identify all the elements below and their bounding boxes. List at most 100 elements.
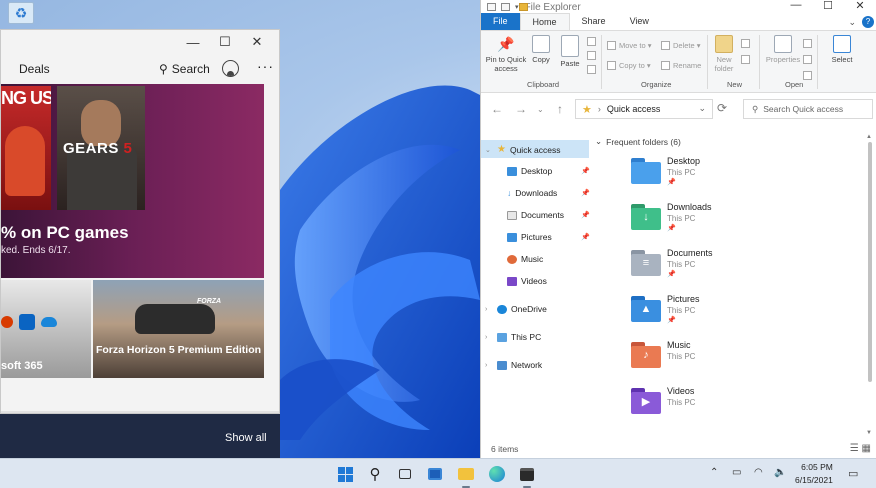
show-all-link[interactable]: Show all bbox=[225, 432, 267, 444]
widgets-icon[interactable] bbox=[425, 464, 445, 484]
paste-shortcut-button[interactable] bbox=[587, 65, 596, 74]
new-folder-icon[interactable] bbox=[501, 3, 510, 11]
cut-button[interactable] bbox=[587, 37, 596, 46]
hero-title: % on PC games bbox=[1, 223, 129, 242]
wifi-icon[interactable]: ◠ bbox=[754, 467, 763, 478]
history-button[interactable] bbox=[803, 71, 812, 80]
task-view-icon[interactable] bbox=[395, 464, 415, 484]
address-field[interactable]: ★ › Quick access ⌄ bbox=[575, 99, 713, 119]
folder-item-music[interactable]: ♪ Music This PC bbox=[631, 340, 811, 384]
chevron-down-icon[interactable]: ⌄ bbox=[848, 17, 856, 28]
frequent-folders-header[interactable]: ⌄ Frequent folders (6) bbox=[595, 136, 681, 147]
pictures-icon bbox=[507, 232, 517, 242]
file-explorer-icon[interactable] bbox=[456, 464, 476, 488]
recent-locations-icon[interactable]: ⌄ bbox=[537, 105, 544, 114]
easy-access-button[interactable] bbox=[741, 55, 750, 64]
paste-button[interactable]: Paste bbox=[559, 35, 581, 68]
search-icon[interactable]: ⚲ bbox=[365, 464, 385, 484]
card-microsoft-365[interactable]: soft 365 bbox=[1, 280, 91, 378]
edge-icon[interactable] bbox=[487, 464, 507, 484]
nav-this-pc[interactable]: › This PC bbox=[485, 332, 541, 342]
chevron-down-icon[interactable]: ⌄ bbox=[485, 146, 493, 154]
paste-shortcut-icon bbox=[587, 65, 596, 74]
store-hero-banner[interactable]: NG US GEARS 5 % on PC games ked. Ends 6/… bbox=[1, 84, 264, 278]
search-input[interactable]: ⚲ Search Quick access bbox=[743, 99, 873, 119]
search-icon: ⚲ bbox=[752, 103, 759, 114]
chevron-up-icon[interactable]: ⌃ bbox=[710, 467, 718, 478]
start-button[interactable] bbox=[335, 464, 355, 484]
nav-network[interactable]: › Network bbox=[485, 360, 542, 370]
edit-button[interactable] bbox=[803, 55, 812, 64]
notifications-icon[interactable]: ▭ bbox=[848, 467, 858, 480]
nav-pictures[interactable]: Pictures 📌 bbox=[507, 232, 590, 242]
nav-music[interactable]: Music bbox=[507, 254, 543, 264]
new-item-button[interactable] bbox=[741, 39, 750, 48]
tab-home[interactable]: Home bbox=[519, 13, 570, 30]
delete-button[interactable]: Delete ▾ bbox=[661, 41, 701, 50]
recycle-bin-icon[interactable]: ♻ bbox=[8, 2, 34, 24]
chevron-right-icon[interactable]: › bbox=[485, 306, 493, 313]
view-toggle-icons[interactable]: ☰ ▦ bbox=[850, 440, 871, 458]
volume-icon[interactable]: 🔈 bbox=[774, 467, 786, 478]
help-icon[interactable]: ? bbox=[862, 16, 874, 28]
folder-item-pictures[interactable]: ▲ Pictures This PC 📌 bbox=[631, 294, 811, 338]
pin-to-quick-access-button[interactable]: 📌 Pin to Quick access bbox=[485, 35, 527, 73]
card-forza-horizon-5[interactable]: FORZA Forza Horizon 5 Premium Edition bbox=[93, 280, 264, 378]
pin-icon: 📌 bbox=[667, 317, 676, 324]
folder-item-downloads[interactable]: ↓ Downloads This PC 📌 bbox=[631, 202, 811, 246]
scrollbar-thumb[interactable] bbox=[868, 142, 872, 382]
chevron-right-icon: › bbox=[597, 104, 601, 114]
tab-file[interactable]: File bbox=[481, 13, 520, 30]
nav-desktop[interactable]: Desktop 📌 bbox=[507, 166, 590, 176]
avatar-icon[interactable] bbox=[222, 60, 239, 77]
copy-button[interactable]: Copy bbox=[531, 35, 551, 64]
open-button[interactable] bbox=[803, 39, 812, 48]
computer-icon bbox=[497, 332, 507, 342]
store-icon[interactable] bbox=[517, 464, 537, 488]
copy-path-button[interactable] bbox=[587, 51, 596, 60]
folder-item-desktop[interactable]: Desktop This PC 📌 bbox=[631, 156, 811, 200]
close-button[interactable]: ✕ bbox=[844, 0, 876, 12]
folder-item-videos[interactable]: ▶ Videos This PC bbox=[631, 386, 811, 430]
properties-icon[interactable] bbox=[487, 3, 496, 11]
nav-videos[interactable]: Videos bbox=[507, 276, 547, 286]
maximize-button[interactable]: ☐ bbox=[209, 34, 241, 50]
nav-documents[interactable]: Documents 📌 bbox=[507, 210, 590, 220]
close-button[interactable]: ✕ bbox=[241, 34, 273, 50]
game-tile-among-us[interactable]: NG US bbox=[1, 86, 51, 210]
forward-arrow-icon[interactable]: → bbox=[515, 102, 527, 116]
select-button[interactable]: Select bbox=[829, 35, 855, 64]
up-arrow-icon[interactable]: ↑ bbox=[557, 102, 563, 116]
more-options-button[interactable]: ··· bbox=[257, 58, 274, 74]
scroll-down-icon[interactable]: ▼ bbox=[866, 430, 872, 436]
nav-downloads[interactable]: ↓ Downloads 📌 bbox=[507, 188, 590, 198]
copy-to-button[interactable]: Copy to ▾ bbox=[607, 61, 651, 70]
minimize-button[interactable]: — bbox=[177, 35, 209, 50]
deals-link[interactable]: Deals bbox=[19, 62, 50, 76]
store-search-button[interactable]: ⚲ Search bbox=[159, 62, 210, 76]
minimize-button[interactable]: — bbox=[780, 0, 812, 12]
scroll-up-icon[interactable]: ▲ bbox=[866, 134, 872, 140]
move-to-button[interactable]: Move to ▾ bbox=[607, 41, 652, 50]
maximize-button[interactable]: ☐ bbox=[812, 0, 844, 12]
tab-view[interactable]: View bbox=[618, 13, 661, 30]
folder-item-documents[interactable]: ≡ Documents This PC 📌 bbox=[631, 248, 811, 292]
tab-share[interactable]: Share bbox=[570, 13, 618, 30]
ribbon-home: 📌 Pin to Quick access Copy Paste Clipboa… bbox=[481, 31, 876, 93]
game-tile-gears-5[interactable]: GEARS 5 bbox=[57, 86, 145, 210]
back-arrow-icon[interactable]: ← bbox=[491, 102, 503, 116]
nav-onedrive[interactable]: › OneDrive bbox=[485, 304, 547, 314]
battery-icon[interactable]: ▭ bbox=[732, 467, 741, 478]
outlook-icon bbox=[19, 314, 35, 330]
nav-quick-access[interactable]: ⌄ ★ Quick access bbox=[485, 144, 561, 155]
refresh-icon[interactable]: ⟳ bbox=[717, 101, 727, 115]
chevron-right-icon[interactable]: › bbox=[485, 334, 493, 341]
chevron-right-icon[interactable]: › bbox=[485, 362, 493, 369]
rename-button[interactable]: Rename bbox=[661, 61, 701, 70]
properties-button[interactable]: Properties bbox=[765, 35, 801, 64]
customize-toolbar-icon[interactable]: ▾ bbox=[515, 3, 519, 11]
vertical-scrollbar[interactable]: ▲ ▼ bbox=[866, 134, 874, 438]
new-folder-button[interactable]: New folder bbox=[711, 35, 737, 73]
chevron-down-icon[interactable]: ⌄ bbox=[698, 103, 706, 114]
clock[interactable]: 6:05 PM 6/15/2021 bbox=[795, 461, 833, 487]
